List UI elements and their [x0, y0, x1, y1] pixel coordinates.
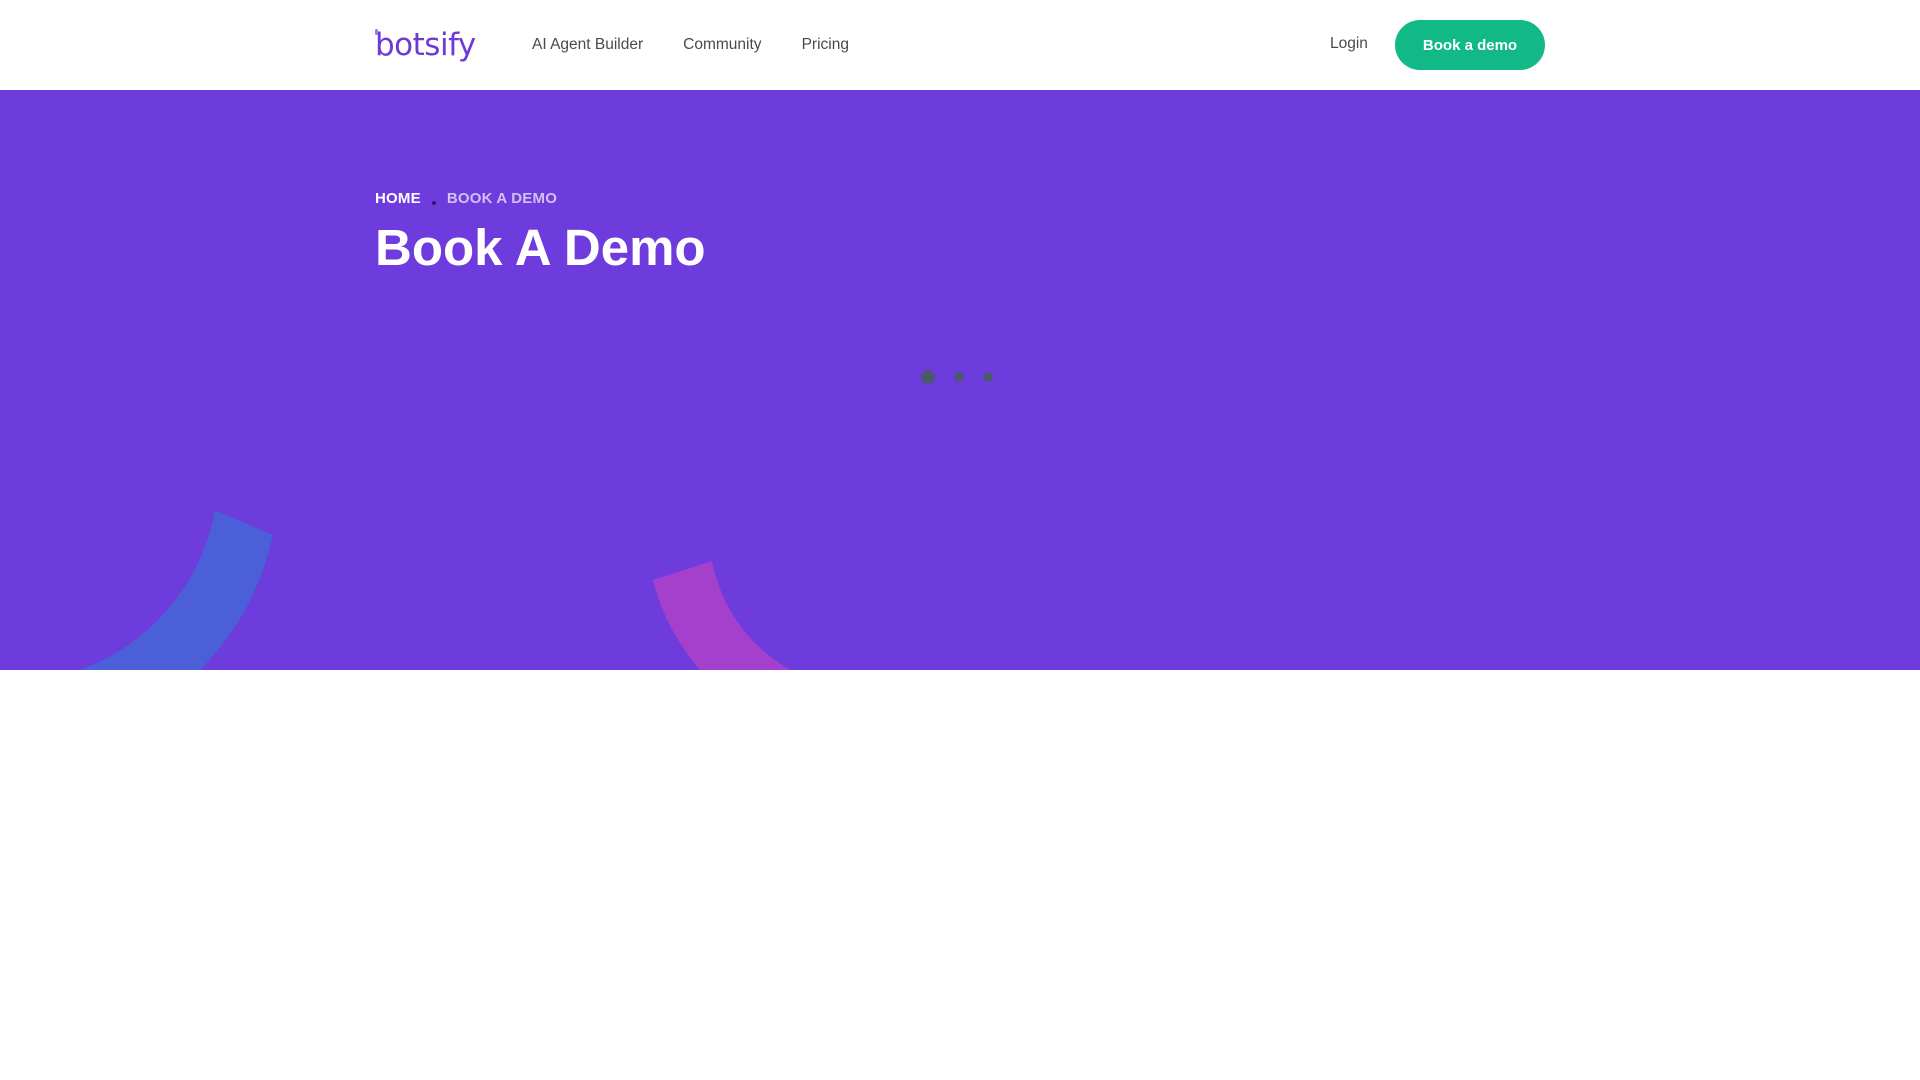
loader-dot [921, 370, 935, 384]
breadcrumb: HOME BOOK A DEMO [375, 190, 557, 207]
page-title: Book A Demo [375, 219, 706, 276]
book-demo-button[interactable]: Book a demo [1395, 20, 1545, 70]
botsify-logo[interactable]: botsify [375, 26, 476, 64]
nav-link-ai-agent-builder[interactable]: AI Agent Builder [532, 36, 643, 54]
breadcrumb-home-link[interactable]: HOME [375, 190, 421, 207]
loader-dot [954, 372, 964, 382]
breadcrumb-separator-icon [431, 200, 436, 205]
magenta-arc-shape [653, 561, 790, 670]
login-link[interactable]: Login [1330, 35, 1368, 53]
nav-link-community[interactable]: Community [683, 36, 761, 54]
logo-mark-icon [375, 29, 378, 35]
blue-arc-shape [80, 510, 273, 670]
loader-dot [983, 372, 993, 382]
nav-link-pricing[interactable]: Pricing [802, 36, 849, 54]
hero-banner: HOME BOOK A DEMO Book A Demo [0, 90, 1920, 670]
logo-text: botsify [375, 27, 476, 63]
breadcrumb-current: BOOK A DEMO [446, 190, 558, 207]
main-nav: AI Agent Builder Community Pricing [532, 0, 849, 90]
site-header: botsify AI Agent Builder Community Prici… [0, 0, 1920, 90]
loading-dots-icon [921, 370, 993, 384]
